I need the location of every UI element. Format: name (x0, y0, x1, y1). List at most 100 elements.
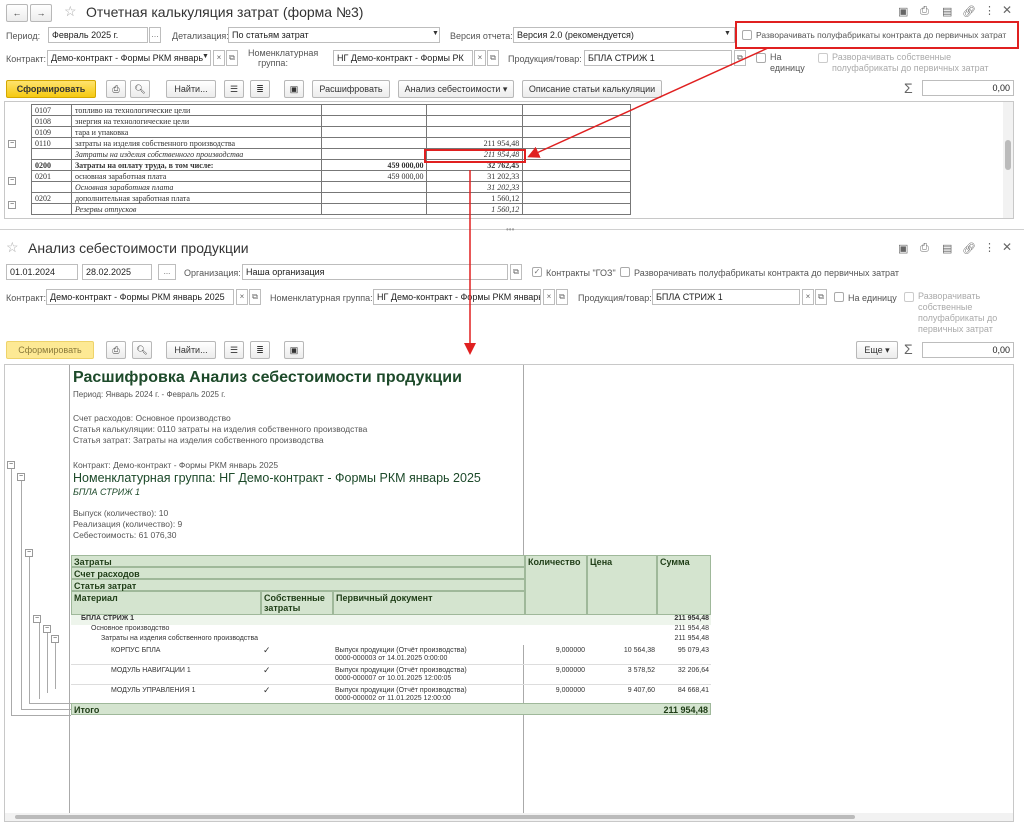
detail-row[interactable]: МОДУЛЬ НАВИГАЦИИ 1 ✓ Выпуск продукции (Отч… (71, 665, 711, 685)
own-checkbox[interactable] (818, 53, 828, 63)
preview-icon[interactable]: ▤ (942, 242, 952, 255)
cost-table-cell[interactable]: 0109 (31, 126, 72, 138)
cost-table-row[interactable]: Резервы отпусков 1 560,12 (31, 203, 631, 215)
nom-group-field[interactable]: НГ Демо-контракт - Формы РКМ январь (373, 289, 541, 305)
cost-table-cell[interactable]: 0202 (31, 192, 72, 204)
detail-select[interactable]: По статьям затрат (228, 27, 440, 43)
cost-table-cell[interactable] (426, 115, 524, 127)
cost-table-cell[interactable] (320, 148, 428, 160)
save-button[interactable]: ▣ (284, 80, 304, 98)
cost-table-cell[interactable] (522, 203, 631, 215)
chevron-down-icon[interactable]: ▼ (432, 30, 439, 37)
splitter[interactable]: ••• (0, 225, 1024, 234)
product-field[interactable]: БПЛА СТРИЖ 1 (584, 50, 732, 66)
product-open-button[interactable]: ⧉ (734, 50, 746, 66)
cost-table-cell[interactable] (320, 203, 428, 215)
cost-table-row[interactable]: 0202 дополнительная заработная плата 1 560… (31, 192, 631, 204)
detail-row[interactable]: МОДУЛЬ УПРАВЛЕНИЯ 1 ✓ Выпуск продукции (От… (71, 685, 711, 705)
splitter-grip-icon[interactable]: ••• (506, 225, 514, 234)
save-icon[interactable]: ▣ (898, 242, 908, 255)
cost-table-cell[interactable]: топливо на технологические цели (70, 104, 322, 116)
cost-table-cell[interactable]: 0108 (31, 115, 72, 127)
generate-button[interactable]: Сформировать (6, 80, 96, 98)
preview-button[interactable]: 🔍︎ (132, 341, 152, 359)
cost-table-cell[interactable]: 459 000,00 (320, 170, 428, 182)
cost-table-cell[interactable] (31, 148, 72, 160)
product-field[interactable]: БПЛА СТРИЖ 1 (652, 289, 800, 305)
contract-open-button[interactable]: ⧉ (249, 289, 261, 305)
save-icon[interactable]: ▣ (898, 5, 908, 18)
cost-table-cell[interactable]: 0201 (31, 170, 72, 182)
collapse-all-button[interactable]: ≣ (250, 341, 270, 359)
back-button[interactable]: ← (6, 4, 28, 22)
cost-table-cell[interactable] (522, 181, 631, 193)
cost-table-cell[interactable] (522, 126, 631, 138)
cost-table-cell[interactable] (522, 115, 631, 127)
expand-all-button[interactable]: ☰ (224, 80, 244, 98)
date-from-field[interactable]: 01.01.2024 (6, 264, 78, 280)
period-field[interactable]: Февраль 2025 г. (48, 27, 148, 43)
collapse-icon[interactable]: − (51, 635, 59, 643)
nom-open-button[interactable]: ⧉ (487, 50, 499, 66)
more-button[interactable]: Еще ▾ (856, 341, 898, 359)
forward-button[interactable]: → (30, 4, 52, 22)
close-icon[interactable]: ✕ (1002, 240, 1012, 254)
cost-table-row[interactable]: 0110 затраты на изделия собственного прои… (31, 137, 631, 149)
contract-open-button[interactable]: ⧉ (226, 50, 238, 66)
print-button[interactable]: ⎙ (106, 80, 126, 98)
collapse-all-button[interactable]: ≣ (250, 80, 270, 98)
cost-table-cell[interactable] (522, 170, 631, 182)
cost-table-row[interactable]: 0107 топливо на технологические цели (31, 104, 631, 116)
analysis-button[interactable]: Анализ себестоимости ▾ (398, 80, 514, 98)
cost-table-cell[interactable]: Основная заработная плата (70, 181, 322, 193)
cost-table-row[interactable]: 0201 основная заработная плата 459 000,00 3… (31, 170, 631, 182)
scroll-thumb[interactable] (15, 815, 855, 819)
cost-table-cell[interactable]: тара и упаковка (70, 126, 322, 138)
cost-table-row[interactable]: Затраты на изделия собственного производ… (31, 148, 631, 160)
org-open-button[interactable]: ⧉ (510, 264, 522, 280)
date-to-field[interactable]: 28.02.2025 (82, 264, 152, 280)
cost-table-row[interactable]: 0108 энергия на технологические цели (31, 115, 631, 127)
more-icon[interactable]: ⋮ (984, 241, 995, 254)
collapse-icon[interactable]: − (8, 201, 16, 209)
cost-table-row[interactable]: Основная заработная плата 31 202,33 (31, 181, 631, 193)
nom-clear-button[interactable]: × (543, 289, 555, 305)
nom-group-field[interactable]: НГ Демо-контракт - Формы РК (333, 50, 473, 66)
favorite-star-icon[interactable]: ☆ (64, 3, 77, 20)
link-icon[interactable]: 🔗︎ (962, 5, 976, 18)
expand-checkbox[interactable] (620, 267, 630, 277)
print-icon[interactable]: ⎙ (920, 5, 929, 18)
cost-table-cell[interactable]: энергия на технологические цели (70, 115, 322, 127)
cost-table-cell[interactable]: 0107 (31, 104, 72, 116)
report-area[interactable]: − − − − − − Расшифровка Анализ себестоим… (4, 364, 1014, 822)
detail-row[interactable]: КОРПУС БПЛА ✓ Выпуск продукции (Отчёт прои… (71, 645, 711, 665)
cost-table-cell[interactable] (522, 192, 631, 204)
collapse-icon[interactable]: − (17, 473, 25, 481)
cost-table-cell[interactable] (522, 148, 631, 160)
collapse-icon[interactable]: − (25, 549, 33, 557)
cost-table-cell[interactable]: 31 202,33 (426, 170, 524, 182)
cost-table-cell[interactable] (426, 104, 524, 116)
cost-table-cell[interactable]: 0200 (31, 159, 72, 171)
cost-table-cell[interactable]: основная заработная плата (70, 170, 322, 182)
close-icon[interactable]: ✕ (1002, 3, 1012, 17)
save-button[interactable]: ▣ (284, 341, 304, 359)
collapse-icon[interactable]: − (43, 625, 51, 633)
contract-clear-button[interactable]: × (213, 50, 225, 66)
product-open-button[interactable]: ⧉ (815, 289, 827, 305)
period-select-button[interactable]: … (149, 27, 161, 43)
cost-table-row[interactable]: 0200 Затраты на оплату труда, в том числе… (31, 159, 631, 171)
contract-field[interactable]: Демо-контракт - Формы РКМ январь (47, 50, 211, 66)
cost-table-cell[interactable]: Затраты на изделия собственного производ… (70, 148, 322, 160)
cost-table-cell[interactable] (320, 115, 428, 127)
cost-table-cell[interactable] (426, 126, 524, 138)
find-button[interactable]: Найти... (166, 80, 216, 98)
cost-table-cell[interactable] (31, 181, 72, 193)
collapse-icon[interactable]: − (7, 461, 15, 469)
cost-table-cell[interactable]: 211 954,48 (426, 137, 524, 149)
find-button[interactable]: Найти... (166, 341, 216, 359)
vertical-scrollbar[interactable] (1003, 102, 1013, 218)
cost-table-cell[interactable] (522, 159, 631, 171)
nom-open-button[interactable]: ⧉ (556, 289, 568, 305)
chevron-down-icon[interactable]: ▼ (724, 30, 731, 37)
